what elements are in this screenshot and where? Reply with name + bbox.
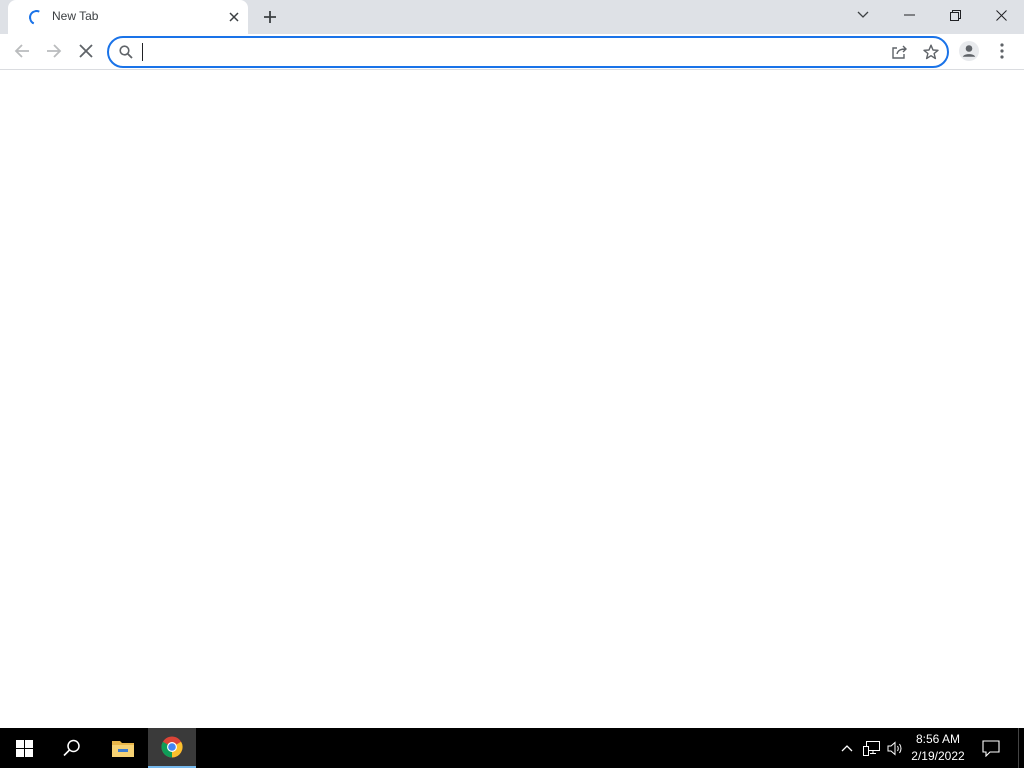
show-desktop-button[interactable] — [1018, 728, 1024, 768]
taskbar-file-explorer[interactable] — [99, 728, 147, 768]
close-icon — [229, 12, 239, 22]
taskbar-chrome[interactable] — [148, 728, 196, 768]
speaker-icon — [887, 740, 901, 756]
browser-menu-button[interactable] — [992, 39, 1012, 63]
arrow-right-icon — [47, 44, 62, 58]
chrome-icon — [161, 736, 183, 758]
network-button[interactable] — [861, 738, 881, 758]
restore-button[interactable] — [932, 0, 978, 30]
show-hidden-icons-button[interactable] — [837, 738, 857, 758]
taskbar: 8:56 AM 2/19/2022 — [0, 728, 1024, 768]
address-input[interactable] — [142, 42, 872, 62]
browser-toolbar — [0, 34, 1024, 70]
bookmark-button[interactable] — [921, 43, 941, 61]
search-icon — [119, 45, 133, 59]
chevron-up-icon — [841, 745, 853, 752]
close-icon — [79, 44, 93, 58]
window-close-button[interactable] — [978, 0, 1024, 30]
plus-icon — [264, 11, 276, 23]
taskbar-search-button[interactable] — [48, 728, 96, 768]
screen: New Tab 8:56 AM 2/19/2022 — [0, 0, 1024, 768]
windows-logo-icon — [15, 739, 33, 757]
restore-icon — [949, 9, 961, 21]
minimize-button[interactable] — [886, 0, 932, 30]
kebab-menu-icon — [1000, 43, 1004, 59]
folder-icon — [112, 741, 134, 757]
arrow-left-icon — [14, 44, 29, 58]
network-icon — [862, 740, 880, 756]
close-icon — [995, 9, 1007, 21]
action-center-button[interactable] — [980, 738, 1002, 758]
profile-button[interactable] — [957, 39, 981, 63]
action-center-icon — [982, 739, 1000, 757]
avatar-icon — [959, 41, 979, 61]
new-tab-button[interactable] — [258, 6, 282, 28]
forward-button[interactable] — [40, 37, 68, 65]
page-content — [0, 70, 1024, 728]
minimize-icon — [903, 14, 915, 16]
star-icon — [923, 44, 939, 60]
stop-loading-button[interactable] — [72, 37, 100, 65]
search-icon — [63, 739, 80, 757]
text-caret — [142, 43, 143, 61]
share-button[interactable] — [889, 43, 909, 61]
tab-close-button[interactable] — [226, 9, 242, 25]
back-button[interactable] — [8, 37, 36, 65]
chevron-down-icon — [857, 11, 869, 18]
start-button[interactable] — [0, 728, 48, 768]
share-icon — [891, 45, 907, 59]
volume-button[interactable] — [885, 738, 905, 758]
address-bar[interactable] — [107, 36, 949, 68]
clock-time: 8:56 AM — [915, 732, 961, 746]
tab-strip: New Tab — [0, 0, 1024, 34]
tab-title: New Tab — [52, 9, 99, 23]
tab-search-button[interactable] — [840, 0, 886, 30]
clock-date: 2/19/2022 — [911, 749, 965, 763]
tab-new-tab[interactable]: New Tab — [8, 0, 248, 34]
taskbar-clock[interactable]: 8:56 AM 2/19/2022 — [906, 731, 970, 767]
loading-spinner-icon — [26, 7, 47, 28]
